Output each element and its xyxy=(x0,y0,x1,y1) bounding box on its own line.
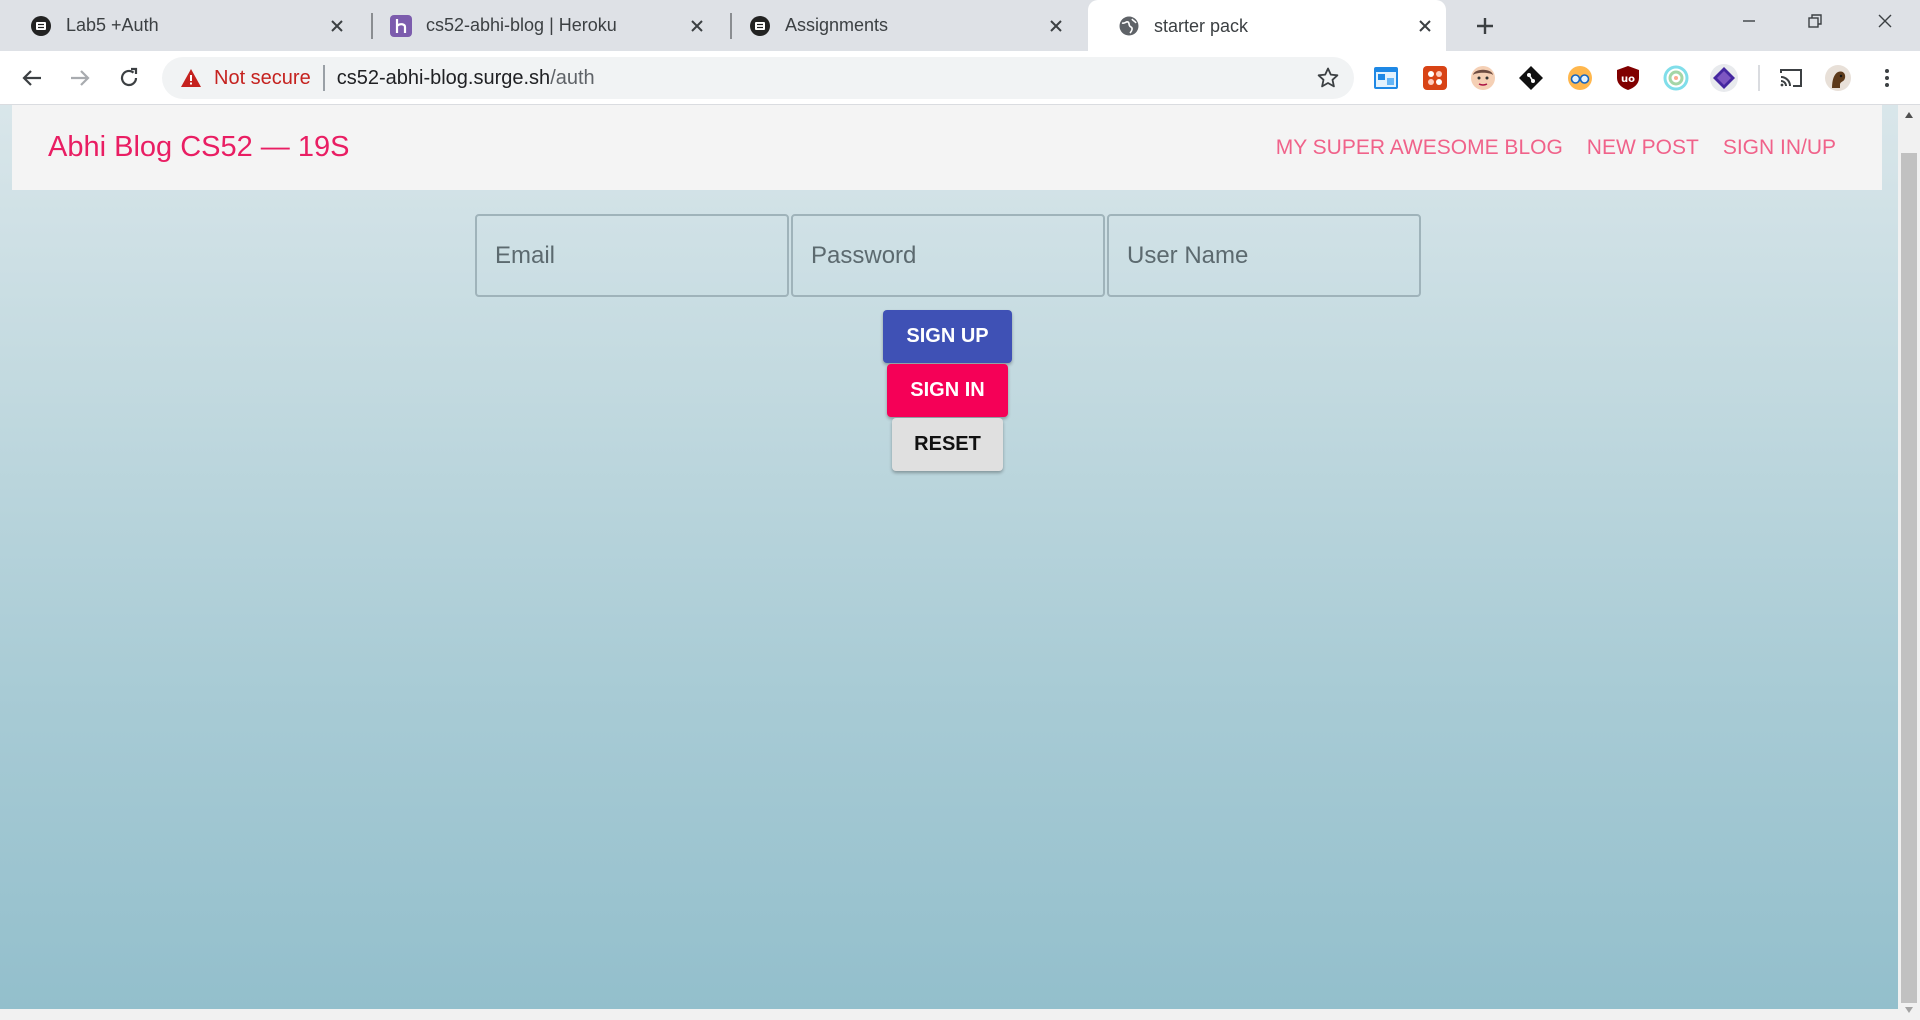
canvas-icon xyxy=(749,15,771,37)
app-navbar: Abhi Blog CS52 — 19S MY SUPER AWESOME BL… xyxy=(12,105,1882,190)
tab-title: Assignments xyxy=(785,15,889,35)
password-field[interactable] xyxy=(791,214,1105,297)
url-path[interactable]: /auth xyxy=(550,67,594,90)
reset-button[interactable]: RESET xyxy=(892,418,1003,471)
username-field[interactable] xyxy=(1107,214,1421,297)
reload-button[interactable] xyxy=(110,59,148,97)
auth-form xyxy=(475,214,1421,297)
heroku-icon xyxy=(390,14,412,37)
reload-icon xyxy=(120,67,138,87)
horizontal-scrollbar[interactable] xyxy=(0,1009,1898,1020)
minimize-icon xyxy=(1743,20,1755,22)
forward-button[interactable] xyxy=(61,59,99,97)
globe-icon xyxy=(1118,15,1140,37)
triangle-down-icon xyxy=(1905,1007,1913,1013)
close-icon[interactable] xyxy=(1414,15,1436,37)
close-icon[interactable] xyxy=(1045,15,1067,37)
tab-title: starter pack xyxy=(1154,15,1249,36)
divider xyxy=(322,65,325,91)
tab-starter-pack[interactable]: starter pack xyxy=(1088,0,1446,52)
new-tab-button[interactable] xyxy=(1468,9,1502,43)
window-ext-icon[interactable] xyxy=(1372,64,1400,92)
address-bar[interactable]: Not secure cs52-abhi-blog.surge.sh/auth xyxy=(162,57,1354,99)
puzzle-ext-icon[interactable] xyxy=(1421,64,1449,92)
nav-link-new-post[interactable]: NEW POST xyxy=(1587,136,1699,160)
restore-icon xyxy=(1808,14,1822,28)
canvas-icon xyxy=(30,15,52,37)
arrow-left-icon xyxy=(22,70,41,86)
tab-assignments[interactable]: Assignments xyxy=(719,0,1077,51)
url-host[interactable]: cs52-abhi-blog.surge.sh xyxy=(337,67,550,90)
profile-avatar[interactable] xyxy=(1824,64,1852,92)
arrow-right-icon xyxy=(71,70,90,86)
toolbar-divider xyxy=(1758,65,1760,91)
triangle-up-icon xyxy=(1905,112,1913,118)
page-viewport: Abhi Blog CS52 — 19S MY SUPER AWESOME BL… xyxy=(0,105,1898,1009)
tab-title: cs52-abhi-blog | Heroku xyxy=(426,15,617,35)
brand-title[interactable]: Abhi Blog CS52 — 19S xyxy=(48,131,349,164)
scrollbar-thumb[interactable] xyxy=(1901,153,1917,1003)
browser-toolbar: Not secure cs52-abhi-blog.surge.sh/auth … xyxy=(0,51,1920,105)
close-icon xyxy=(1878,14,1892,28)
email-field[interactable] xyxy=(475,214,789,297)
cast-icon[interactable] xyxy=(1777,64,1805,92)
nav-link-blog[interactable]: MY SUPER AWESOME BLOG xyxy=(1276,136,1563,160)
warning-icon xyxy=(180,67,202,89)
kebab-menu-icon[interactable] xyxy=(1873,64,1901,92)
close-icon[interactable] xyxy=(686,15,708,37)
sign-up-button[interactable]: SIGN UP xyxy=(883,310,1012,363)
tab-lab5-auth[interactable]: Lab5 +Auth xyxy=(0,0,358,51)
nav-links: MY SUPER AWESOME BLOG NEW POST SIGN IN/U… xyxy=(1276,136,1836,160)
ublock-ext-icon[interactable]: uo xyxy=(1614,64,1642,92)
git-ext-icon[interactable] xyxy=(1517,64,1545,92)
back-button[interactable] xyxy=(13,59,51,97)
svg-text:uo: uo xyxy=(1621,74,1635,85)
browser-tab-strip: Lab5 +Auth cs52-abhi-blog | Heroku Assig… xyxy=(0,0,1920,52)
star-icon[interactable] xyxy=(1316,66,1340,90)
window-close-button[interactable] xyxy=(1852,0,1918,42)
avatar-ext-icon[interactable] xyxy=(1469,64,1497,92)
minimize-button[interactable] xyxy=(1716,0,1782,42)
restore-button[interactable] xyxy=(1782,0,1848,42)
security-status[interactable]: Not secure xyxy=(214,67,311,90)
vertical-scrollbar[interactable] xyxy=(1898,105,1920,1020)
glasses-ext-icon[interactable] xyxy=(1566,64,1594,92)
nav-link-sign-in-up[interactable]: SIGN IN/UP xyxy=(1723,136,1836,160)
close-icon[interactable] xyxy=(326,15,348,37)
scroll-down-arrow[interactable] xyxy=(1898,1000,1920,1020)
tab-heroku[interactable]: cs52-abhi-blog | Heroku xyxy=(360,0,718,51)
plus-icon xyxy=(1477,18,1493,34)
diamond-ext-icon[interactable] xyxy=(1710,64,1738,92)
tab-title: Lab5 +Auth xyxy=(66,15,159,35)
scroll-up-arrow[interactable] xyxy=(1898,105,1920,125)
circle-ext-icon[interactable] xyxy=(1662,64,1690,92)
sign-in-button[interactable]: SIGN IN xyxy=(887,364,1008,417)
